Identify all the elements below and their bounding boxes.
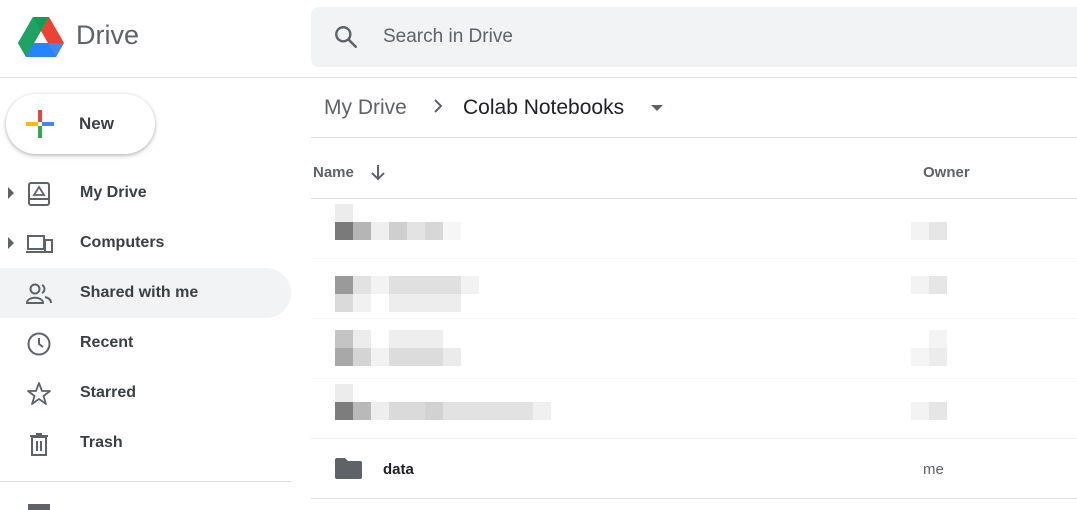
table-row-data-folder[interactable]: data me [311, 439, 1077, 499]
sidebar-item-label: Shared with me [80, 284, 199, 301]
star-icon [27, 382, 51, 405]
computers-icon [26, 235, 53, 253]
sidebar-item-label: Starred [80, 384, 137, 401]
app-brand[interactable]: Drive [76, 20, 139, 51]
column-header-owner[interactable]: Owner [923, 164, 970, 181]
table-row[interactable] [311, 319, 1077, 379]
sidebar-item-label: Computers [80, 234, 165, 251]
sidebar-item-my-drive[interactable]: My Drive [0, 168, 291, 218]
expand-caret-icon[interactable] [8, 187, 14, 199]
breadcrumb: My Drive Colab Notebooks [311, 78, 1077, 138]
search-bar[interactable] [311, 7, 1077, 67]
drive-logo-icon[interactable] [18, 16, 64, 58]
table-row[interactable] [311, 259, 1077, 319]
file-list-header: Name Owner [311, 138, 1077, 199]
sidebar-item-label: My Drive [80, 184, 147, 201]
folder-icon [335, 458, 362, 479]
sidebar-item-recent[interactable]: Recent [0, 318, 291, 368]
my-drive-icon [28, 182, 50, 206]
sidebar-item-label: Recent [80, 334, 134, 351]
sidebar-item-label: Trash [80, 434, 123, 451]
chevron-right-icon [434, 99, 443, 113]
column-header-name[interactable]: Name [313, 164, 354, 181]
sidebar-item-trash[interactable]: Trash [0, 418, 291, 468]
file-owner: me [923, 461, 944, 478]
new-button[interactable]: New [6, 94, 155, 154]
file-name: data [383, 461, 414, 478]
trash-icon [30, 433, 48, 456]
sidebar-item-starred[interactable]: Starred [0, 368, 291, 418]
shared-icon [25, 283, 52, 304]
sidebar-item-shared-with-me[interactable]: Shared with me [0, 268, 291, 318]
sidebar-item-computers[interactable]: Computers [0, 218, 291, 268]
clock-icon [27, 332, 51, 356]
plus-icon [26, 110, 54, 138]
breadcrumb-root[interactable]: My Drive [324, 96, 407, 120]
table-row[interactable] [311, 379, 1077, 439]
storage-icon [28, 504, 50, 510]
app-header: Drive [0, 0, 1077, 78]
new-button-label: New [79, 114, 114, 133]
search-input[interactable] [383, 7, 983, 67]
search-icon[interactable] [333, 24, 359, 50]
sidebar-divider [0, 481, 291, 482]
dropdown-caret-icon[interactable] [651, 105, 663, 111]
sort-arrow-down-icon[interactable] [370, 163, 386, 181]
breadcrumb-current[interactable]: Colab Notebooks [463, 96, 624, 120]
expand-caret-icon[interactable] [8, 237, 14, 249]
table-row[interactable] [311, 199, 1077, 259]
